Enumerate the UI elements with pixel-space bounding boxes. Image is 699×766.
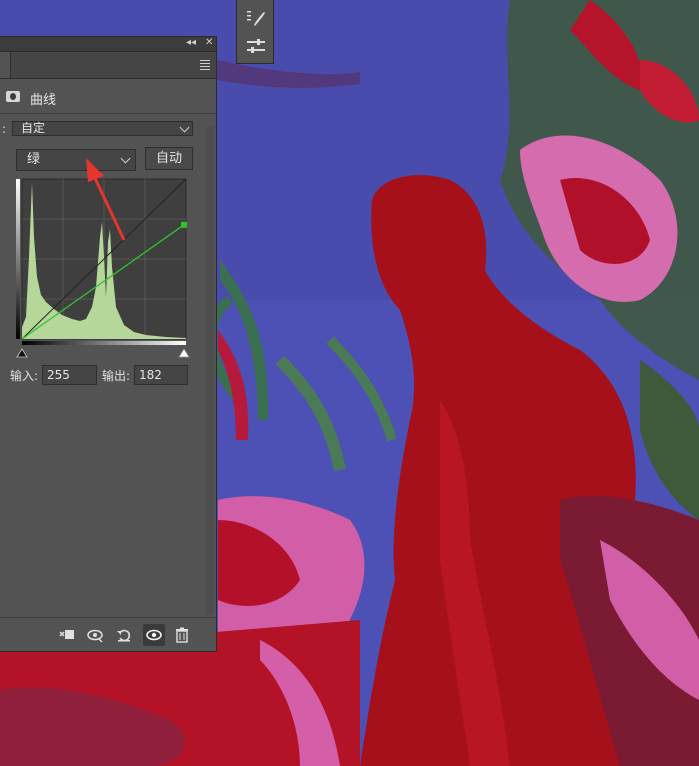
floating-tool-strip [236, 0, 274, 64]
panel-menu-icon[interactable] [200, 60, 210, 72]
white-point-slider [178, 348, 190, 358]
panel-title-bar[interactable]: ◂◂ ✕ [0, 37, 216, 52]
input-gradient-bar [16, 179, 20, 339]
collapse-panel-icon[interactable]: ◂◂ [186, 36, 196, 50]
panel-tab-row [0, 52, 216, 79]
visibility-eye-icon[interactable] [143, 624, 165, 646]
clip-to-layer-icon[interactable] [58, 626, 76, 644]
output-gradient-bar [22, 341, 186, 345]
divider [0, 113, 216, 114]
adjustment-title-row: 曲线 [0, 87, 216, 108]
trash-icon[interactable] [173, 626, 191, 644]
page-title: 曲线 [30, 93, 57, 108]
brush-settings-icon[interactable] [245, 8, 267, 30]
properties-panel: ◂◂ ✕ 曲线 : 自定 绿 自动 输入: 255 输出: 182 [0, 36, 217, 652]
output-field[interactable]: 182 [134, 365, 188, 385]
panel-tab[interactable] [0, 52, 11, 78]
layer-mask-icon[interactable] [6, 91, 20, 102]
panel-scrollbar[interactable] [205, 127, 213, 615]
preset-label: : [2, 122, 7, 136]
close-panel-icon[interactable]: ✕ [205, 36, 213, 50]
annotation-arrow-icon [86, 158, 126, 241]
preset-select[interactable]: 自定 [12, 121, 193, 136]
input-label: 输入: [10, 369, 39, 383]
black-point-slider [16, 348, 28, 358]
panel-bottom-toolbar [0, 617, 216, 652]
reset-icon[interactable] [115, 626, 133, 644]
adjustments-icon[interactable] [245, 36, 267, 58]
preset-value: 自定 [21, 121, 46, 135]
input-field[interactable]: 255 [42, 365, 97, 385]
curve-control-point [181, 221, 187, 228]
view-previous-state-icon[interactable] [86, 626, 104, 644]
channel-value: 绿 [27, 152, 41, 167]
chevron-down-icon [179, 122, 190, 133]
output-label: 输出: [102, 369, 131, 383]
auto-button[interactable]: 自动 [145, 147, 193, 170]
